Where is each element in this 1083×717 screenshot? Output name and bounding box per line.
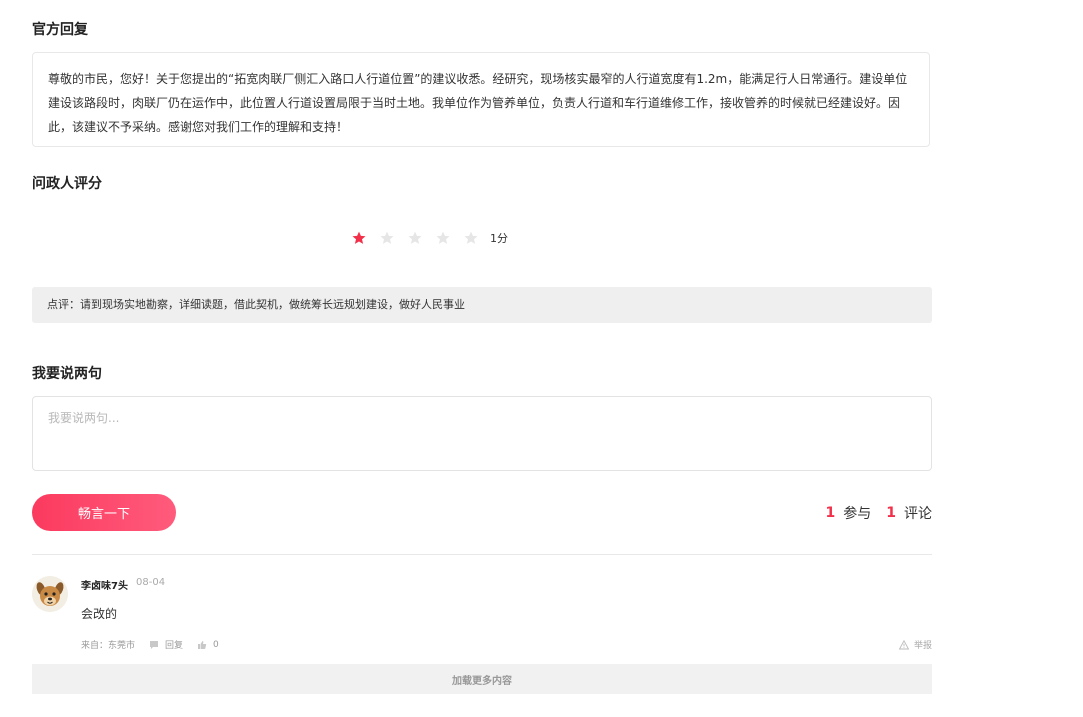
dog-avatar-icon xyxy=(32,576,68,612)
comments-label: 评论 xyxy=(904,506,932,522)
rating-remark: 点评：请到现场实地勘察，详细读题，借此契机，做统筹长远规划建设，做好人民事业 xyxy=(32,287,932,323)
divider xyxy=(32,554,932,555)
report-label[interactable]: 举报 xyxy=(914,638,932,651)
rating-title: 问政人评分 xyxy=(32,176,102,192)
reply-button[interactable]: 回复 xyxy=(165,638,183,651)
like-count: 0 xyxy=(213,639,219,650)
load-more-button[interactable]: 加载更多内容 xyxy=(32,664,932,694)
comment-source: 来自：东莞市 xyxy=(81,641,136,651)
comment-meta: 来自：东莞市 回复 0 xyxy=(81,638,219,652)
rating-score: 1分 xyxy=(490,232,508,245)
comment-input[interactable] xyxy=(32,396,932,471)
star-rating: 1分 xyxy=(352,226,508,250)
participants-count: 1 xyxy=(825,505,836,521)
comments-count: 1 xyxy=(886,505,896,521)
report-button[interactable]: 举报 xyxy=(898,638,932,651)
star-icon-5 xyxy=(464,231,478,245)
say-title: 我要说两句 xyxy=(32,366,102,382)
star-icon-4 xyxy=(436,231,450,245)
star-icon-3 xyxy=(408,231,422,245)
thumbs-up-icon[interactable] xyxy=(197,640,207,650)
comment-username[interactable]: 李卤味7头 xyxy=(81,577,128,592)
participants-label: 参与 xyxy=(843,506,872,522)
official-reply-title: 官方回复 xyxy=(32,22,88,38)
comment-text: 会改的 xyxy=(81,607,118,621)
official-reply-box: 尊敬的市民，您好！关于您提出的“拓宽肉联厂侧汇入路口人行道位置”的建议收悉。经研… xyxy=(32,52,930,147)
comment-date: 08-04 xyxy=(136,577,166,588)
submit-comment-button[interactable]: 畅言一下 xyxy=(32,494,176,531)
star-icon-2 xyxy=(380,231,394,245)
star-icon-1 xyxy=(352,231,366,245)
official-reply-text: 尊敬的市民，您好！关于您提出的“拓宽肉联厂侧汇入路口人行道位置”的建议收悉。经研… xyxy=(48,72,908,134)
comment-stats: 1 参与 1 评论 xyxy=(826,503,933,523)
reply-icon[interactable] xyxy=(149,640,159,650)
warning-icon xyxy=(898,639,909,650)
rating-remark-text: 点评：请到现场实地勘察，详细读题，借此契机，做统筹长远规划建设，做好人民事业 xyxy=(47,298,465,311)
avatar[interactable] xyxy=(32,576,68,612)
